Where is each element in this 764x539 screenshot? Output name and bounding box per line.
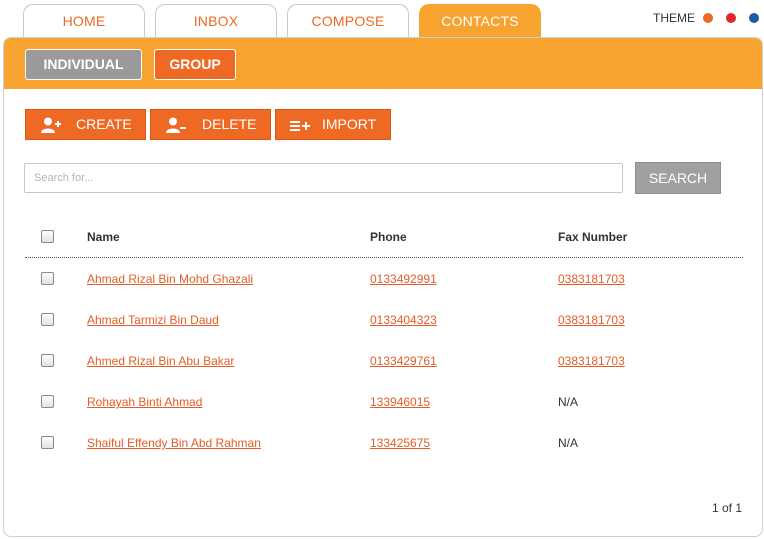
contact-name-link[interactable]: Ahmad Rizal Bin Mohd Ghazali <box>87 272 253 286</box>
theme-blue-dot[interactable] <box>749 13 759 23</box>
row-checkbox[interactable] <box>41 395 54 408</box>
header-divider <box>25 257 743 258</box>
contact-name-link[interactable]: Ahmed Rizal Bin Abu Bakar <box>87 354 234 368</box>
import-list-icon <box>290 121 310 131</box>
row-checkbox[interactable] <box>41 272 54 285</box>
contact-phone-link[interactable]: 0133492991 <box>370 272 437 286</box>
contact-fax-value: N/A <box>558 436 579 450</box>
contact-fax-link[interactable]: 0383181703 <box>558 354 625 368</box>
search-button[interactable]: SEARCH <box>635 162 721 194</box>
delete-label: DELETE <box>202 116 257 132</box>
theme-label: THEME <box>653 11 695 25</box>
add-user-icon <box>41 117 61 133</box>
row-checkbox[interactable] <box>41 436 54 449</box>
import-label: IMPORT <box>322 116 377 132</box>
theme-orange-dot[interactable] <box>703 13 713 23</box>
contact-fax-value: N/A <box>558 395 579 409</box>
theme-red-dot[interactable] <box>726 13 736 23</box>
tab-inbox[interactable]: INBOX <box>155 4 277 38</box>
contact-name-link[interactable]: Rohayah Binti Ahmad <box>87 395 202 409</box>
contact-phone-link[interactable]: 133946015 <box>370 395 430 409</box>
contact-type-bar: INDIVIDUAL GROUP <box>4 38 762 89</box>
select-all-checkbox[interactable] <box>41 230 54 243</box>
group-tab-button[interactable]: GROUP <box>154 49 236 80</box>
column-header-name: Name <box>87 230 120 244</box>
create-button[interactable]: CREATE <box>25 109 146 140</box>
contact-phone-link[interactable]: 0133429761 <box>370 354 437 368</box>
column-header-fax: Fax Number <box>558 230 628 244</box>
import-button[interactable]: IMPORT <box>275 109 391 140</box>
contact-name-link[interactable]: Ahmad Tarmizi Bin Daud <box>87 313 219 327</box>
contact-fax-link[interactable]: 0383181703 <box>558 313 625 327</box>
contacts-panel: INDIVIDUAL GROUP CREATE DELETE IMPORT Se… <box>3 37 763 537</box>
column-header-phone: Phone <box>370 230 407 244</box>
contact-name-link[interactable]: Shaiful Effendy Bin Abd Rahman <box>87 436 261 450</box>
row-checkbox[interactable] <box>41 313 54 326</box>
create-label: CREATE <box>76 116 132 132</box>
pagination-status: 1 of 1 <box>711 501 742 515</box>
contact-phone-link[interactable]: 133425675 <box>370 436 430 450</box>
individual-tab-button[interactable]: INDIVIDUAL <box>25 49 142 80</box>
contact-phone-link[interactable]: 0133404323 <box>370 313 437 327</box>
tab-home[interactable]: HOME <box>23 4 145 38</box>
row-checkbox[interactable] <box>41 354 54 367</box>
contact-fax-link[interactable]: 0383181703 <box>558 272 625 286</box>
remove-user-icon <box>166 117 186 133</box>
search-input[interactable] <box>24 163 623 193</box>
tab-contacts[interactable]: CONTACTS <box>419 4 541 38</box>
tab-compose[interactable]: COMPOSE <box>287 4 409 38</box>
delete-button[interactable]: DELETE <box>150 109 271 140</box>
